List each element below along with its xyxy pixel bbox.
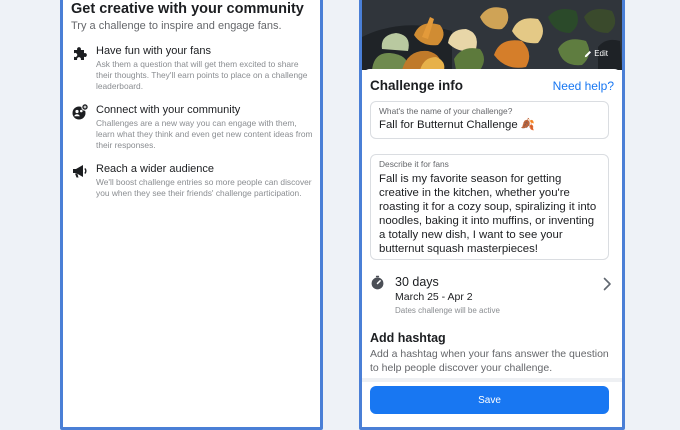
- page-subtitle: Try a challenge to inspire and engage fa…: [71, 20, 282, 32]
- left-phone-screen: Get creative with your community Try a c…: [60, 0, 323, 430]
- hashtag-title[interactable]: Add hashtag: [370, 330, 446, 346]
- need-help-link[interactable]: Need help?: [553, 78, 614, 94]
- challenge-description-field[interactable]: Describe it for fans Fall is my favorite…: [370, 154, 609, 260]
- challenge-info-header: Challenge info Need help?: [370, 77, 614, 95]
- challenge-name-value[interactable]: Fall for Butternut Challenge 🍂: [379, 118, 608, 133]
- intro-content: Get creative with your community Try a c…: [71, 0, 315, 199]
- challenge-description-value[interactable]: Fall is my favorite season for getting c…: [379, 172, 608, 256]
- feature-item-fun: Have fun with your fans Ask them a quest…: [71, 44, 315, 92]
- pencil-icon: [585, 50, 592, 58]
- community-icon: [72, 103, 89, 120]
- duration-row[interactable]: 30 days March 25 - Apr 2 Dates challenge…: [370, 274, 614, 316]
- page-title: Get creative with your community: [71, 1, 304, 17]
- edit-label: Edit: [594, 49, 608, 58]
- duration-dates: March 25 - Apr 2: [395, 291, 473, 303]
- challenge-description-label: Describe it for fans: [379, 159, 449, 169]
- save-button[interactable]: Save: [370, 386, 609, 414]
- puzzle-icon: [74, 47, 87, 60]
- challenge-name-field[interactable]: What's the name of your challenge? Fall …: [370, 101, 609, 139]
- timer-icon: [371, 275, 384, 290]
- feature-title: Reach a wider audience: [96, 163, 215, 175]
- section-title: Challenge info: [370, 78, 464, 93]
- chevron-right-icon: [603, 277, 611, 291]
- feature-description: Challenges are a new way you can engage …: [96, 118, 313, 150]
- edit-photo-button[interactable]: Edit: [584, 49, 608, 59]
- squash-photo-image: [362, 0, 622, 70]
- feature-description: Ask them a question that will get them e…: [96, 59, 308, 91]
- challenge-name-label: What's the name of your challenge?: [379, 106, 513, 116]
- feature-item-reach: Reach a wider audience We'll boost chall…: [71, 162, 315, 199]
- cover-photo: Edit: [362, 0, 622, 70]
- right-phone-screen: Edit Challenge info Need help? What's th…: [359, 0, 625, 430]
- feature-title: Connect with your community: [96, 104, 241, 116]
- duration-days: 30 days: [395, 275, 439, 289]
- feature-title: Have fun with your fans: [96, 45, 211, 57]
- challenge-form-panel: Challenge info Need help? What's the nam…: [362, 69, 622, 427]
- megaphone-icon: [73, 165, 87, 178]
- hashtag-description: Add a hashtag when your fans answer the …: [370, 348, 609, 374]
- feature-item-connect: Connect with your community Challenges a…: [71, 103, 315, 151]
- feature-description: We'll boost challenge entries so more pe…: [96, 177, 312, 198]
- section-divider: [362, 378, 622, 382]
- duration-note: Dates challenge will be active: [395, 306, 500, 315]
